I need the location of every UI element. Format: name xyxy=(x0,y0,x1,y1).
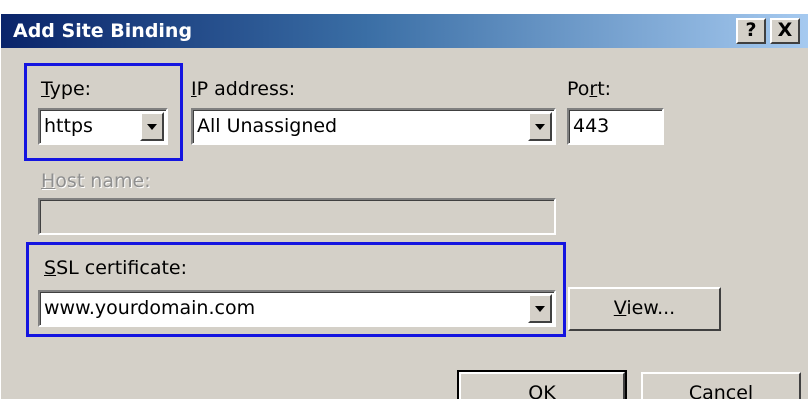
cancel-button[interactable]: Cancel xyxy=(641,372,801,399)
dialog-title: Add Site Binding xyxy=(13,20,193,42)
chevron-down-icon xyxy=(535,305,545,312)
ip-address-dropdown-button[interactable] xyxy=(528,112,552,141)
add-site-binding-dialog: Add Site Binding ? X Type: https IP addr… xyxy=(0,14,808,399)
type-label: Type: xyxy=(41,78,92,100)
title-bar[interactable]: Add Site Binding ? X xyxy=(1,14,808,48)
background-strip xyxy=(0,0,808,14)
close-button[interactable]: X xyxy=(770,18,800,44)
port-value: 443 xyxy=(573,115,610,137)
ssl-certificate-select[interactable]: www.yourdomain.com xyxy=(38,290,556,327)
type-select-value: https xyxy=(44,115,93,137)
view-button[interactable]: View... xyxy=(568,287,721,331)
host-name-label: Host name: xyxy=(41,170,151,192)
ip-address-select[interactable]: All Unassigned xyxy=(191,108,556,145)
port-label: Port: xyxy=(567,78,612,100)
ip-address-label: IP address: xyxy=(191,78,296,100)
port-input[interactable]: 443 xyxy=(567,108,664,145)
ip-address-value: All Unassigned xyxy=(197,115,338,137)
chevron-down-icon xyxy=(535,123,545,130)
chevron-down-icon xyxy=(147,123,157,130)
type-dropdown-button[interactable] xyxy=(140,112,164,141)
type-select[interactable]: https xyxy=(38,108,168,145)
ok-button[interactable]: OK xyxy=(457,370,627,399)
ssl-certificate-value: www.yourdomain.com xyxy=(44,297,256,319)
ssl-certificate-label: SSL certificate: xyxy=(44,257,188,279)
help-button[interactable]: ? xyxy=(736,18,766,44)
host-name-input[interactable] xyxy=(38,198,556,235)
ssl-certificate-dropdown-button[interactable] xyxy=(528,294,552,323)
